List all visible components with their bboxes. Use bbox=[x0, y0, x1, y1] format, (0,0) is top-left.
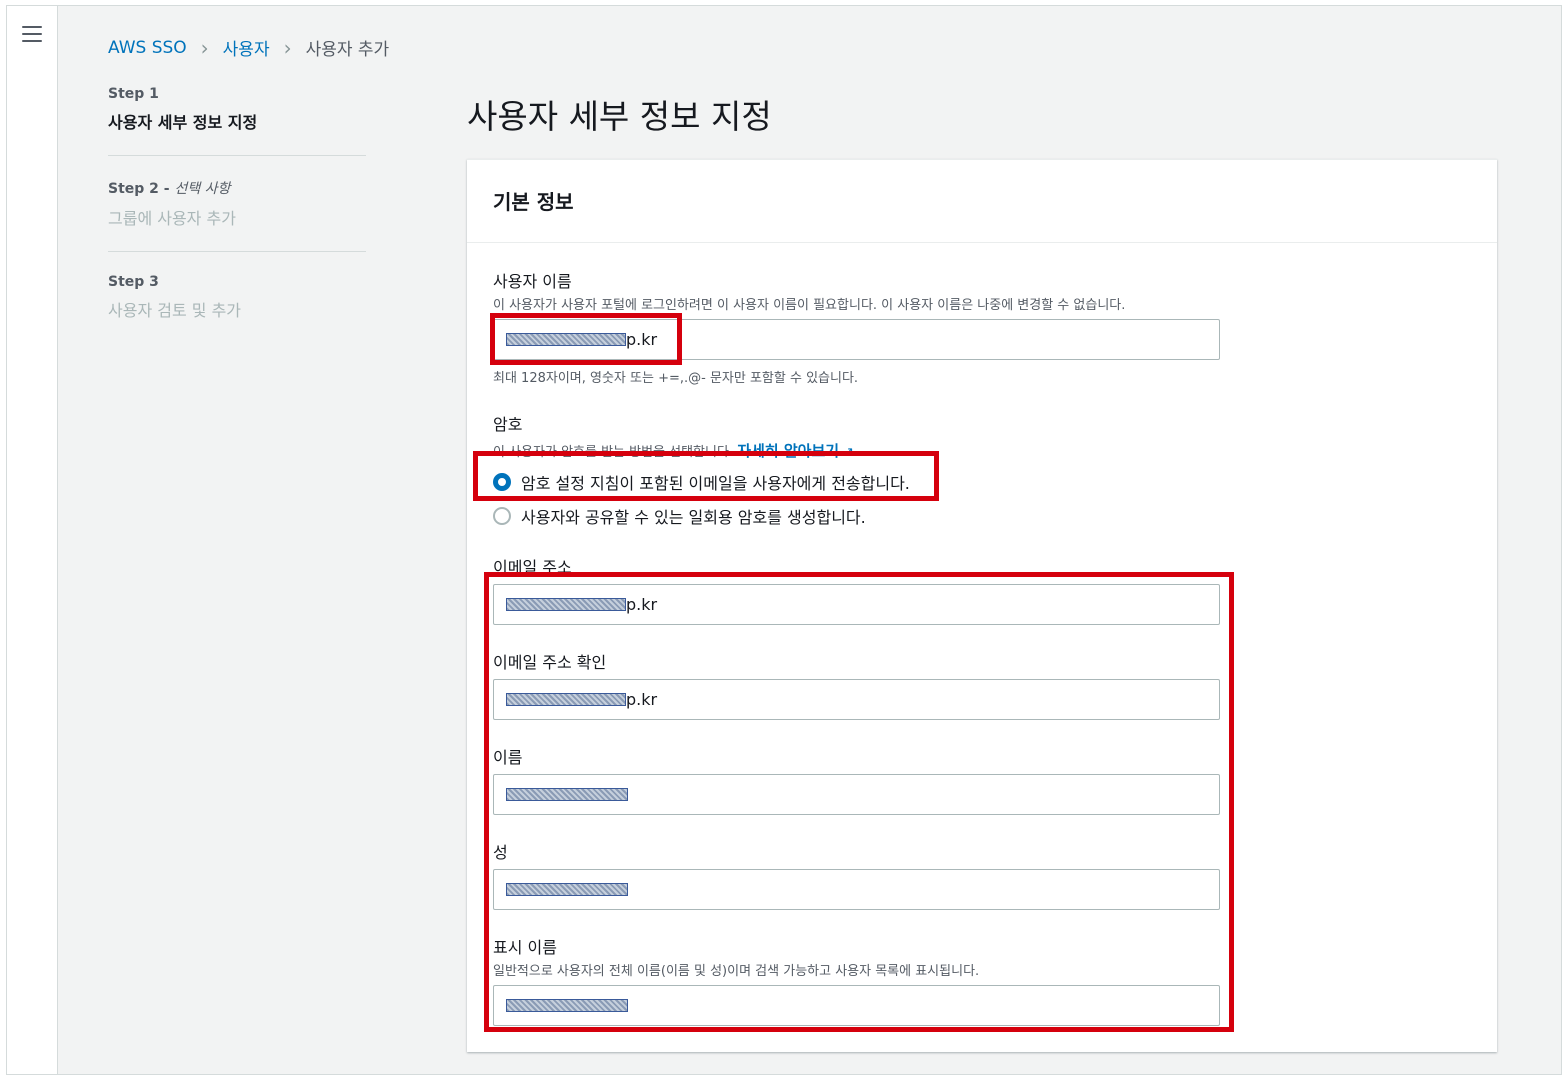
email-input[interactable]: p.kr bbox=[493, 584, 1220, 625]
redacted-value bbox=[506, 333, 626, 346]
redacted-value bbox=[506, 788, 628, 801]
email-confirm-input[interactable]: p.kr bbox=[493, 679, 1220, 720]
display-name-label: 표시 이름 bbox=[493, 938, 557, 957]
page-title: 사용자 세부 정보 지정 bbox=[467, 97, 772, 136]
last-name-label: 성 bbox=[493, 843, 508, 862]
panel-header: 기본 정보 bbox=[467, 160, 1497, 243]
step-title: 사용자 검토 및 추가 bbox=[108, 301, 242, 320]
radio-button[interactable] bbox=[493, 507, 511, 525]
radio-button-checked[interactable] bbox=[493, 473, 511, 491]
wizard-step-2: Step 2 - 선택 사항 그룹에 사용자 추가 bbox=[108, 178, 366, 252]
email-label: 이메일 주소 bbox=[493, 558, 572, 577]
step-number: Step 1 bbox=[108, 86, 159, 102]
step-title: 그룹에 사용자 추가 bbox=[108, 209, 236, 228]
radio-generate-otp[interactable]: 사용자와 공유할 수 있는 일회용 암호를 생성합니다. bbox=[493, 504, 866, 528]
display-name-description: 일반적으로 사용자의 전체 이름(이름 및 성)이며 검색 가능하고 사용자 목… bbox=[493, 964, 980, 979]
redacted-value bbox=[506, 999, 628, 1012]
step-optional-label: 선택 사항 bbox=[174, 181, 231, 197]
password-label: 암호 bbox=[493, 415, 523, 434]
password-description: 이 사용자가 암호를 받는 방법을 선택합니다. 자세히 알아보기 ↗ bbox=[493, 442, 854, 460]
wizard-steps: Step 1 사용자 세부 정보 지정 Step 2 - 선택 사항 그룹에 사… bbox=[108, 86, 366, 365]
display-name-input[interactable] bbox=[493, 985, 1220, 1026]
first-name-input[interactable] bbox=[493, 774, 1220, 815]
username-label: 사용자 이름 bbox=[493, 272, 572, 291]
username-description: 이 사용자가 사용자 포털에 로그인하려면 이 사용자 이름이 필요합니다. 이… bbox=[493, 298, 1126, 313]
step-number: Step 3 bbox=[108, 274, 159, 290]
username-hint: 최대 128자이며, 영숫자 또는 +=,.@- 문자만 포함할 수 있습니다. bbox=[493, 371, 859, 386]
redacted-value bbox=[506, 883, 628, 896]
external-link-icon: ↗ bbox=[843, 445, 854, 460]
basic-info-panel: 기본 정보 사용자 이름 이 사용자가 사용자 포털에 로그인하려면 이 사용자… bbox=[467, 159, 1497, 1052]
chevron-right-icon: › bbox=[283, 35, 292, 60]
step-title: 사용자 세부 정보 지정 bbox=[108, 113, 258, 132]
learn-more-link[interactable]: 자세히 알아보기 bbox=[737, 442, 839, 460]
email-confirm-label: 이메일 주소 확인 bbox=[493, 653, 607, 672]
chevron-right-icon: › bbox=[200, 35, 209, 60]
radio-send-email[interactable]: 암호 설정 지침이 포함된 이메일을 사용자에게 전송합니다. bbox=[493, 470, 910, 494]
breadcrumb-aws-sso[interactable]: AWS SSO bbox=[108, 38, 187, 58]
breadcrumb: AWS SSO › 사용자 › 사용자 추가 bbox=[108, 35, 390, 61]
console-frame: AWS SSO › 사용자 › 사용자 추가 Step 1 사용자 세부 정보 … bbox=[6, 5, 1562, 1075]
username-input[interactable]: p.kr bbox=[493, 319, 1220, 360]
first-name-label: 이름 bbox=[493, 748, 523, 767]
wizard-step-3: Step 3 사용자 검토 및 추가 bbox=[108, 274, 366, 343]
step-number: Step 2 - 선택 사항 bbox=[108, 181, 231, 197]
hamburger-menu-icon[interactable] bbox=[22, 26, 42, 42]
breadcrumb-add-user: 사용자 추가 bbox=[305, 40, 390, 60]
breadcrumb-users[interactable]: 사용자 bbox=[223, 35, 270, 60]
redacted-value bbox=[506, 693, 626, 706]
left-nav-bar bbox=[7, 6, 58, 1074]
redacted-value bbox=[506, 598, 626, 611]
wizard-step-1: Step 1 사용자 세부 정보 지정 bbox=[108, 86, 366, 156]
last-name-input[interactable] bbox=[493, 869, 1220, 910]
